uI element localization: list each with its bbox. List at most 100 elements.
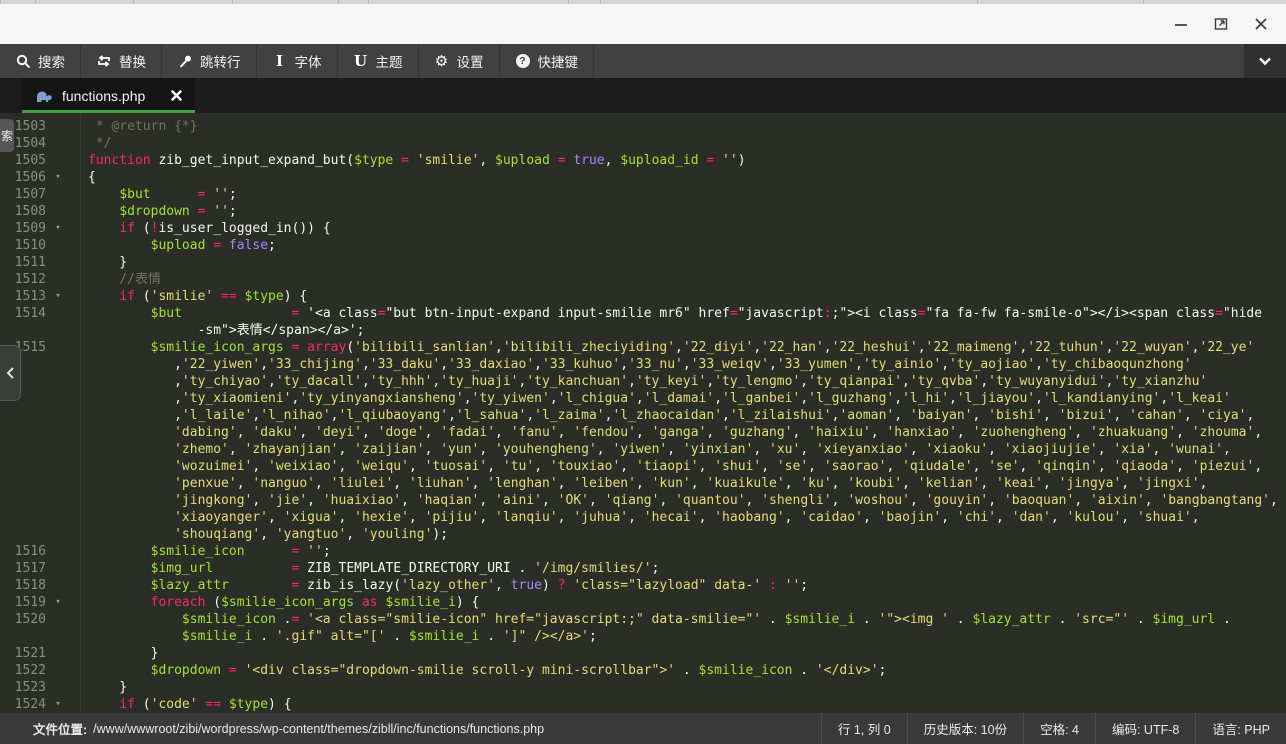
code-line[interactable]: 1503 * @return {*} bbox=[0, 118, 1286, 135]
toolbar-button-replace[interactable]: 替换 bbox=[81, 44, 162, 78]
line-number bbox=[0, 458, 50, 475]
fold-arrow-icon[interactable]: ▾ bbox=[50, 594, 66, 611]
toolbar-button-help[interactable]: ?快捷键 bbox=[500, 44, 595, 78]
fold-gutter bbox=[50, 390, 66, 407]
line-number: 1508 bbox=[0, 203, 50, 220]
line-text: 'jingkong', 'jie', 'huaixiao', 'haqian',… bbox=[66, 492, 1278, 509]
status-item-2[interactable]: 空格: 4 bbox=[1023, 713, 1095, 744]
code-line[interactable]: 1512 //表情 bbox=[0, 271, 1286, 288]
line-text: $but = ''; bbox=[66, 186, 237, 203]
line-number: 1518 bbox=[0, 577, 50, 594]
code-line[interactable]: 1510 $upload = false; bbox=[0, 237, 1286, 254]
status-item-4[interactable]: 语言: PHP bbox=[1195, 713, 1286, 744]
line-text: $dropdown = ''; bbox=[66, 203, 237, 220]
close-button[interactable] bbox=[1246, 11, 1276, 37]
line-text: 'shouqiang', 'yangtuo', 'youling'); bbox=[66, 526, 448, 543]
line-text: } bbox=[66, 254, 127, 271]
fold-gutter bbox=[50, 356, 66, 373]
minimize-icon bbox=[1174, 17, 1188, 31]
code-line[interactable]: 1522 $dropdown = '<div class="dropdown-s… bbox=[0, 662, 1286, 679]
browser-top-edge bbox=[0, 0, 1286, 4]
code-line[interactable]: 1523 } bbox=[0, 679, 1286, 696]
fold-arrow-icon[interactable]: ▾ bbox=[50, 169, 66, 186]
code-line[interactable]: 1505function zib_get_input_expand_but($t… bbox=[0, 152, 1286, 169]
line-text: 'xiaoyanger', 'xigua', 'hexie', 'pijiu',… bbox=[66, 509, 1200, 526]
code-line[interactable]: 1517 $img_url = ZIB_TEMPLATE_DIRECTORY_U… bbox=[0, 560, 1286, 577]
code-line[interactable]: 'penxue', 'nanguo', 'liulei', 'liuhan', … bbox=[0, 475, 1286, 492]
code-line[interactable]: 1515 $smilie_icon_args = array('bilibili… bbox=[0, 339, 1286, 356]
status-item-1[interactable]: 历史版本: 10份 bbox=[907, 713, 1023, 744]
status-item-3[interactable]: 编码: UTF-8 bbox=[1095, 713, 1195, 744]
fold-gutter bbox=[50, 322, 66, 339]
status-item-0[interactable]: 行 1, 列 0 bbox=[821, 713, 907, 744]
toolbar-button-label: 快捷键 bbox=[538, 51, 579, 71]
code-line[interactable]: 1521 } bbox=[0, 645, 1286, 662]
code-line[interactable]: 1507 $but = ''; bbox=[0, 186, 1286, 203]
fold-arrow-icon[interactable]: ▾ bbox=[50, 288, 66, 305]
code-line[interactable]: 1508 $dropdown = ''; bbox=[0, 203, 1286, 220]
code-line[interactable]: 1524▾ if ('code' == $type) { bbox=[0, 696, 1286, 712]
fold-gutter bbox=[50, 305, 66, 322]
maximize-button[interactable] bbox=[1206, 11, 1236, 37]
code-line[interactable]: 'xiaoyanger', 'xigua', 'hexie', 'pijiu',… bbox=[0, 509, 1286, 526]
code-line[interactable]: 'zhemo', 'zhayanjian', 'zaijian', 'yun',… bbox=[0, 441, 1286, 458]
fold-gutter bbox=[50, 271, 66, 288]
fold-gutter bbox=[50, 254, 66, 271]
toolbar-button-settings[interactable]: ⚙设置 bbox=[419, 44, 500, 78]
code-line[interactable]: $smilie_i . '.gif" alt="[' . $smilie_i .… bbox=[0, 628, 1286, 645]
toolbar-expand-button[interactable] bbox=[1244, 44, 1286, 78]
code-line[interactable]: 1513▾ if ('smilie' == $type) { bbox=[0, 288, 1286, 305]
code-line[interactable]: ,'ty_chiyao','ty_dacall','ty_hhh','ty_hu… bbox=[0, 373, 1286, 390]
code-line[interactable]: 1509▾ if (!is_user_logged_in()) { bbox=[0, 220, 1286, 237]
toolbar-button-label: 替换 bbox=[119, 51, 146, 71]
line-text: $but = '<a class="but btn-input-expand i… bbox=[66, 305, 1262, 322]
code-line[interactable]: ,'22_yiwen','33_chijing','33_daku','33_d… bbox=[0, 356, 1286, 373]
line-text: */ bbox=[66, 135, 111, 152]
line-number: 1523 bbox=[0, 679, 50, 696]
code-line[interactable]: 'shouqiang', 'yangtuo', 'youling'); bbox=[0, 526, 1286, 543]
code-line[interactable]: 1504 */ bbox=[0, 135, 1286, 152]
fold-gutter bbox=[50, 186, 66, 203]
collapse-panel-handle[interactable] bbox=[0, 345, 21, 401]
toolbar-button-search[interactable]: 搜索 bbox=[0, 44, 81, 78]
toolbar-button-label: 主题 bbox=[376, 51, 403, 71]
file-location-label: 文件位置: bbox=[33, 719, 87, 738]
fold-gutter bbox=[50, 441, 66, 458]
code-line[interactable]: ,'ty_xiaomieni','ty_yinyangxiansheng','t… bbox=[0, 390, 1286, 407]
toolbar-button-goto[interactable]: 跳转行 bbox=[162, 44, 257, 78]
code-line[interactable]: 1506▾{ bbox=[0, 169, 1286, 186]
line-text: $upload = false; bbox=[66, 237, 276, 254]
search-panel-handle[interactable]: 索 bbox=[0, 119, 14, 152]
minimize-button[interactable] bbox=[1166, 11, 1196, 37]
search-icon bbox=[15, 53, 31, 69]
line-text: $dropdown = '<div class="dropdown-smilie… bbox=[66, 662, 886, 679]
tab-functions-php[interactable]: functions.php bbox=[22, 78, 195, 113]
status-bar: 文件位置: /www/wwwroot/zibi/wordpress/wp-con… bbox=[0, 712, 1286, 744]
file-location: 文件位置: /www/wwwroot/zibi/wordpress/wp-con… bbox=[0, 713, 821, 744]
fold-arrow-icon[interactable]: ▾ bbox=[50, 220, 66, 237]
line-text: ,'l_laile','l_nihao','l_qiubaoyang','l_s… bbox=[66, 407, 1254, 424]
code-line[interactable]: -sm">表情</span></a>'; bbox=[0, 322, 1286, 339]
code-line[interactable]: 'dabing', 'daku', 'deyi', 'doge', 'fadai… bbox=[0, 424, 1286, 441]
line-text: foreach ($smilie_icon_args as $smilie_i)… bbox=[66, 594, 479, 611]
line-number bbox=[0, 424, 50, 441]
code-line[interactable]: 1511 } bbox=[0, 254, 1286, 271]
code-line[interactable]: 1518 $lazy_attr = zib_is_lazy('lazy_othe… bbox=[0, 577, 1286, 594]
code-line[interactable]: 1520 $smilie_icon .= '<a class="smilie-i… bbox=[0, 611, 1286, 628]
line-text: ,'22_yiwen','33_chijing','33_daku','33_d… bbox=[66, 356, 1192, 373]
toolbar-buttons: 搜索 替换跳转行I字体U主题⚙设置?快捷键 bbox=[0, 44, 594, 78]
toolbar-button-font[interactable]: I字体 bbox=[257, 44, 338, 78]
code-editor[interactable]: 索 1503 * @return {*}1504 */1505function … bbox=[0, 113, 1286, 712]
fold-gutter bbox=[50, 509, 66, 526]
code-line[interactable]: 1514 $but = '<a class="but btn-input-exp… bbox=[0, 305, 1286, 322]
code-line[interactable]: 1516 $smilie_icon = ''; bbox=[0, 543, 1286, 560]
code-line[interactable]: 'jingkong', 'jie', 'huaixiao', 'haqian',… bbox=[0, 492, 1286, 509]
code-line[interactable]: 'wozuimei', 'weixiao', 'weiqu', 'tuosai'… bbox=[0, 458, 1286, 475]
toolbar-button-theme[interactable]: U主题 bbox=[338, 44, 419, 78]
tab-close-button[interactable] bbox=[170, 89, 183, 102]
fold-arrow-icon[interactable]: ▾ bbox=[50, 696, 66, 712]
code-line[interactable]: ,'l_laile','l_nihao','l_qiubaoyang','l_s… bbox=[0, 407, 1286, 424]
line-text: { bbox=[66, 169, 96, 186]
fold-gutter bbox=[50, 679, 66, 696]
code-line[interactable]: 1519▾ foreach ($smilie_icon_args as $smi… bbox=[0, 594, 1286, 611]
